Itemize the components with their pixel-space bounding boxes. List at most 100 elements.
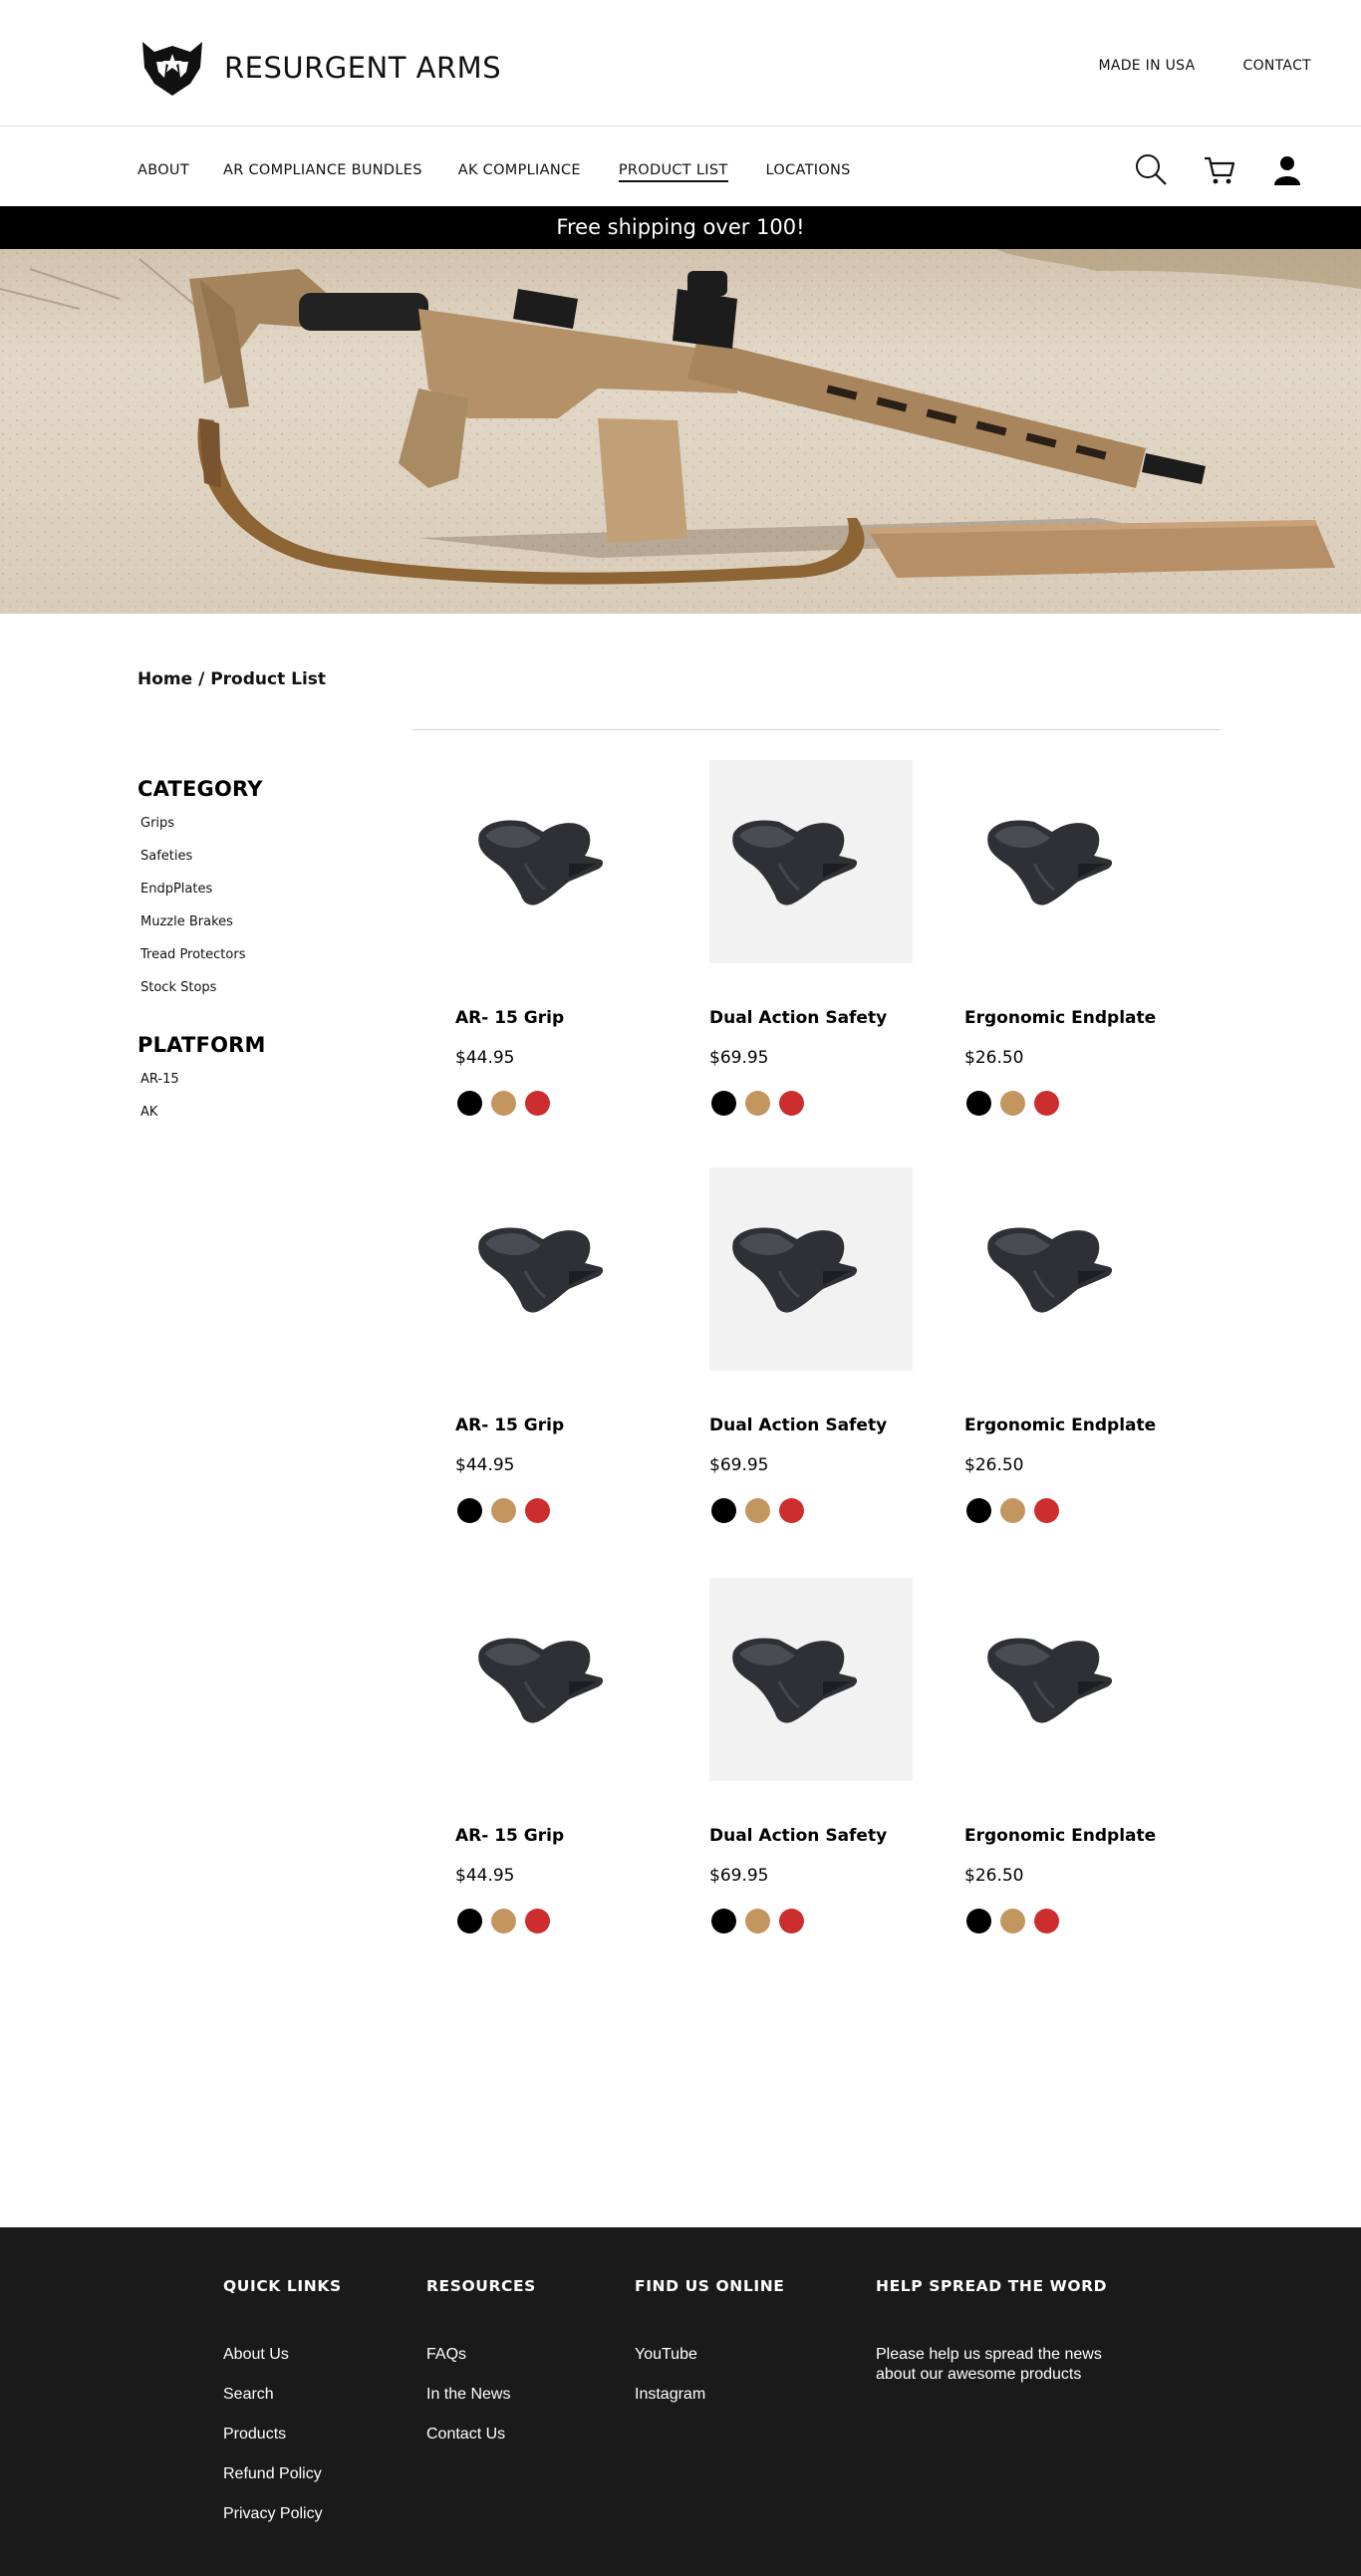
footer-resources-title: RESOURCES bbox=[426, 2277, 536, 2295]
category-stock-stops[interactable]: Stock Stops bbox=[137, 979, 387, 1012]
product-image[interactable] bbox=[709, 760, 913, 963]
footer-spread-title: HELP SPREAD THE WORD bbox=[876, 2277, 1108, 2295]
footer-link-refund-policy[interactable]: Refund Policy bbox=[223, 2464, 342, 2504]
footer-find-us-title: FIND US ONLINE bbox=[635, 2277, 785, 2295]
category-safeties[interactable]: Safeties bbox=[137, 848, 387, 881]
product-card-grip[interactable]: AR- 15 Grip $44.95 bbox=[455, 1578, 675, 1936]
product-card-endplate[interactable]: Ergonomic Endplate $26.50 bbox=[964, 760, 1184, 1119]
swatch-black[interactable] bbox=[457, 1498, 482, 1523]
nav-ar-compliance-bundles[interactable]: AR COMPLIANCE BUNDLES bbox=[223, 162, 422, 182]
product-card-grip[interactable]: AR- 15 Grip $44.95 bbox=[455, 760, 675, 1119]
footer-link-youtube[interactable]: YouTube bbox=[635, 2345, 785, 2385]
swatch-tan[interactable] bbox=[491, 1091, 516, 1116]
product-card-endplate[interactable]: Ergonomic Endplate $26.50 bbox=[964, 1578, 1184, 1936]
product-name[interactable]: Ergonomic Endplate bbox=[964, 1416, 1156, 1435]
swatch-black[interactable] bbox=[966, 1091, 991, 1116]
swatch-red[interactable] bbox=[779, 1498, 804, 1523]
swatch-red[interactable] bbox=[1034, 1091, 1059, 1116]
category-muzzle-brakes[interactable]: Muzzle Brakes bbox=[137, 913, 387, 946]
product-image[interactable] bbox=[709, 1578, 913, 1781]
product-name[interactable]: AR- 15 Grip bbox=[455, 1826, 564, 1846]
pistol-grip-image bbox=[478, 820, 604, 905]
search-icon[interactable] bbox=[1134, 152, 1170, 188]
swatch-red[interactable] bbox=[1034, 1498, 1059, 1523]
swatch-red[interactable] bbox=[779, 1909, 804, 1933]
footer-link-products[interactable]: Products bbox=[223, 2425, 342, 2464]
product-price: $26.50 bbox=[964, 1455, 1024, 1475]
swatch-black[interactable] bbox=[711, 1498, 736, 1523]
product-card-safety[interactable]: Dual Action Safety $69.95 bbox=[709, 760, 929, 1119]
swatch-red[interactable] bbox=[525, 1498, 550, 1523]
brand-name: RESURGENT ARMS bbox=[224, 51, 502, 85]
product-name[interactable]: AR- 15 Grip bbox=[455, 1416, 564, 1435]
made-in-usa-link[interactable]: MADE IN USA bbox=[1098, 58, 1195, 74]
swatch-black[interactable] bbox=[966, 1909, 991, 1933]
product-card-safety[interactable]: Dual Action Safety $69.95 bbox=[709, 1167, 929, 1526]
footer-link-contact-us[interactable]: Contact Us bbox=[426, 2425, 536, 2464]
category-grips[interactable]: Grips bbox=[137, 815, 387, 848]
hero-banner bbox=[0, 249, 1361, 614]
footer-link-instagram[interactable]: Instagram bbox=[635, 2385, 785, 2425]
swatch-black[interactable] bbox=[457, 1909, 482, 1933]
swatch-red[interactable] bbox=[525, 1909, 550, 1933]
swatch-tan[interactable] bbox=[1000, 1498, 1025, 1523]
swatch-black[interactable] bbox=[711, 1091, 736, 1116]
swatch-red[interactable] bbox=[779, 1091, 804, 1116]
pistol-grip-image bbox=[987, 820, 1113, 905]
swatch-black[interactable] bbox=[711, 1909, 736, 1933]
footer-link-search[interactable]: Search bbox=[223, 2385, 342, 2425]
swatch-black[interactable] bbox=[457, 1091, 482, 1116]
footer-link-about-us[interactable]: About Us bbox=[223, 2345, 342, 2385]
product-image[interactable] bbox=[964, 1167, 1168, 1371]
product-price: $44.95 bbox=[455, 1455, 515, 1475]
nav-product-list[interactable]: PRODUCT LIST bbox=[618, 162, 728, 182]
product-image[interactable] bbox=[455, 1578, 659, 1781]
swatch-tan[interactable] bbox=[1000, 1909, 1025, 1933]
footer-link-faqs[interactable]: FAQs bbox=[426, 2345, 536, 2385]
swatch-tan[interactable] bbox=[745, 1498, 770, 1523]
product-image[interactable] bbox=[455, 1167, 659, 1371]
swatch-tan[interactable] bbox=[491, 1498, 516, 1523]
pistol-grip-image bbox=[732, 1638, 858, 1723]
footer-quick-links-title: QUICK LINKS bbox=[223, 2277, 342, 2295]
product-name[interactable]: Dual Action Safety bbox=[709, 1416, 887, 1435]
color-swatches bbox=[457, 1091, 550, 1116]
breadcrumb-home[interactable]: Home bbox=[137, 669, 192, 689]
nav-ak-compliance[interactable]: AK COMPLIANCE bbox=[458, 162, 581, 182]
breadcrumb-separator: / bbox=[192, 669, 211, 689]
footer-link-privacy-policy[interactable]: Privacy Policy bbox=[223, 2504, 342, 2544]
product-card-safety[interactable]: Dual Action Safety $69.95 bbox=[709, 1578, 929, 1936]
product-image[interactable] bbox=[709, 1167, 913, 1371]
product-name[interactable]: Dual Action Safety bbox=[709, 1008, 887, 1028]
product-name[interactable]: AR- 15 Grip bbox=[455, 1008, 564, 1028]
color-swatches bbox=[711, 1091, 804, 1116]
account-icon[interactable] bbox=[1269, 152, 1305, 188]
platform-ak[interactable]: AK bbox=[137, 1104, 387, 1137]
swatch-red[interactable] bbox=[525, 1091, 550, 1116]
category-tread-protectors[interactable]: Tread Protectors bbox=[137, 946, 387, 979]
swatch-red[interactable] bbox=[1034, 1909, 1059, 1933]
swatch-tan[interactable] bbox=[745, 1909, 770, 1933]
nav-locations[interactable]: LOCATIONS bbox=[766, 162, 851, 182]
product-image[interactable] bbox=[964, 760, 1168, 963]
nav-about[interactable]: ABOUT bbox=[137, 162, 189, 182]
content-divider bbox=[412, 729, 1222, 730]
product-name[interactable]: Ergonomic Endplate bbox=[964, 1008, 1156, 1028]
swatch-tan[interactable] bbox=[491, 1909, 516, 1933]
product-image[interactable] bbox=[964, 1578, 1168, 1781]
product-card-endplate[interactable]: Ergonomic Endplate $26.50 bbox=[964, 1167, 1184, 1526]
swatch-black[interactable] bbox=[966, 1498, 991, 1523]
product-card-grip[interactable]: AR- 15 Grip $44.95 bbox=[455, 1167, 675, 1526]
contact-link[interactable]: CONTACT bbox=[1243, 58, 1312, 74]
platform-ar15[interactable]: AR-15 bbox=[137, 1071, 387, 1104]
product-name[interactable]: Dual Action Safety bbox=[709, 1826, 887, 1846]
category-endplates[interactable]: EndpPlates bbox=[137, 881, 387, 913]
product-image[interactable] bbox=[455, 760, 659, 963]
swatch-tan[interactable] bbox=[1000, 1091, 1025, 1116]
swatch-tan[interactable] bbox=[745, 1091, 770, 1116]
product-name[interactable]: Ergonomic Endplate bbox=[964, 1826, 1156, 1846]
brand-logo[interactable]: RESURGENT ARMS bbox=[140, 38, 501, 98]
footer-link-in-the-news[interactable]: In the News bbox=[426, 2385, 536, 2425]
pistol-grip-image bbox=[478, 1227, 604, 1313]
cart-icon[interactable] bbox=[1202, 152, 1237, 188]
